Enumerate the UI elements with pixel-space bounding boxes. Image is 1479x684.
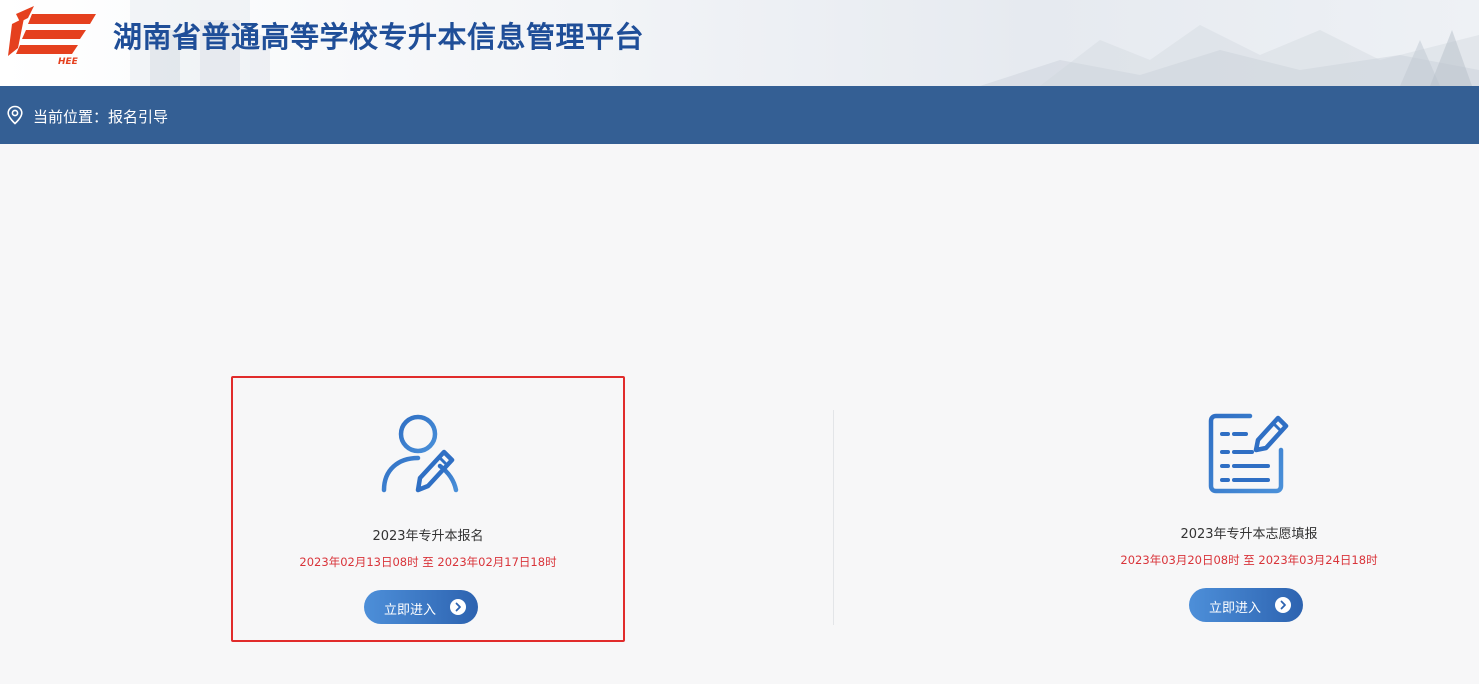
card-time-range: 2023年03月20日08时 至 2023年03月24日18时 bbox=[1120, 553, 1378, 567]
logo-icon: HEE bbox=[8, 6, 96, 66]
card-title: 2023年专升本志愿填报 bbox=[1180, 527, 1318, 542]
arrow-right-circle-icon bbox=[1275, 597, 1291, 613]
card-volunteer: 2023年专升本志愿填报 2023年03月20日08时 至 2023年03月24… bbox=[1052, 376, 1446, 642]
card-divider bbox=[833, 410, 834, 625]
arrow-right-circle-icon bbox=[450, 599, 466, 615]
form-edit-icon bbox=[1208, 413, 1289, 494]
breadcrumb: 当前位置：报名引导 bbox=[33, 108, 169, 126]
user-edit-icon bbox=[381, 414, 459, 493]
enter-volunteer-button[interactable]: 立即进入 bbox=[1189, 588, 1303, 622]
logo-lettering: HEE bbox=[58, 57, 79, 66]
site-title: 湖南省普通高等学校专升本信息管理平台 bbox=[113, 20, 645, 54]
card-time-range: 2023年02月13日08时 至 2023年02月17日18时 bbox=[299, 555, 557, 569]
enter-registration-button[interactable]: 立即进入 bbox=[364, 590, 478, 624]
button-label: 立即进入 bbox=[1209, 600, 1262, 615]
card-registration: 2023年专升本报名 2023年02月13日08时 至 2023年02月17日1… bbox=[231, 376, 625, 642]
button-label: 立即进入 bbox=[384, 602, 437, 617]
site-header: HEE 湖南省普通高等学校专升本信息管理平台 bbox=[0, 0, 1479, 86]
location-pin-icon bbox=[7, 105, 23, 125]
location-bar: 当前位置：报名引导 bbox=[0, 86, 1479, 144]
card-title: 2023年专升本报名 bbox=[372, 529, 484, 544]
